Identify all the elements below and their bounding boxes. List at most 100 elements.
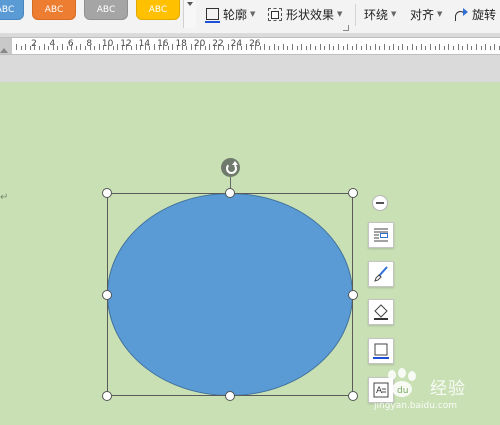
ruler-tick: [20, 46, 22, 50]
ruler-tick: [485, 44, 487, 50]
ruler-tick: [135, 44, 137, 50]
resize-handle-top[interactable]: [225, 188, 235, 198]
brush-icon: [374, 266, 388, 282]
ruler-tick: [361, 46, 362, 50]
ruler-tick: [163, 44, 165, 50]
shape-effects-button[interactable]: 形状效果 ▼: [268, 5, 342, 23]
ruler-tick: [407, 46, 408, 50]
horizontal-ruler[interactable]: 2468101214161820222426: [0, 37, 500, 55]
ruler-tick: [80, 44, 82, 50]
ruler-tick: [48, 46, 50, 50]
shape-style-yellow[interactable]: ABC: [136, 0, 180, 20]
ruler-tick: [181, 44, 183, 50]
rotate-button[interactable]: 旋转: [454, 5, 496, 23]
resize-handle-left[interactable]: [102, 290, 112, 300]
resize-handle-bottom-left[interactable]: [102, 391, 112, 401]
ruler-tick: [430, 44, 431, 50]
resize-handle-top-right[interactable]: [348, 188, 358, 198]
ruler-tick: [103, 46, 105, 50]
align-label: 对齐: [410, 7, 435, 22]
shape-style-gray[interactable]: ABC: [84, 0, 128, 20]
ruler-tick: [453, 46, 454, 50]
paragraph-mark: ↵: [0, 192, 9, 203]
ruler-tick: [287, 46, 289, 50]
paint-bucket-icon: [374, 304, 388, 320]
ruler-tick: [149, 46, 151, 50]
shape-style-orange[interactable]: ABC: [32, 0, 76, 20]
dropdown-caret-icon: ▼: [337, 10, 343, 18]
ruler-tick: [250, 46, 252, 50]
ruler-tick: [98, 44, 100, 50]
ruler-tick: [416, 46, 418, 50]
ruler-tick: [356, 44, 358, 50]
resize-handle-top-left[interactable]: [102, 188, 112, 198]
ruler-tick: [121, 46, 123, 50]
layout-options-button[interactable]: [368, 222, 394, 248]
ruler-tick: [126, 44, 128, 50]
ruler-tick: [338, 44, 339, 50]
ruler-tick: [57, 46, 59, 50]
outline-button[interactable]: 轮廓 ▼: [205, 5, 256, 23]
ruler-tick: [365, 44, 367, 50]
rotate-label: 旋转: [472, 7, 497, 22]
resize-handle-right[interactable]: [348, 290, 358, 300]
ruler-tick: [52, 44, 54, 50]
ruler-tick: [186, 46, 188, 50]
collapse-tools-button[interactable]: [372, 195, 388, 211]
shape-effects-label: 形状效果: [286, 7, 335, 22]
ruler-tick: [195, 46, 197, 50]
shape-style-tool-button[interactable]: [368, 261, 394, 287]
ruler-tick: [62, 44, 63, 50]
ruler-tick: [466, 44, 468, 50]
ruler-tick: [29, 46, 31, 50]
ruler-tick: [457, 44, 459, 50]
ribbon-toolbar: ABC ABC ABC ABC 轮廓 ▼ 形状效果 ▼ 环绕 ▼ 对齐 ▼ 旋转: [0, 0, 500, 34]
ruler-tick: [43, 44, 45, 50]
shape-style-blue[interactable]: ABC: [0, 0, 24, 20]
dialog-launcher-icon[interactable]: [343, 25, 349, 31]
outline-label: 轮廓: [223, 7, 248, 22]
ruler-tick: [305, 46, 307, 50]
ruler-tick: [269, 46, 270, 50]
ruler-tick: [112, 46, 114, 50]
ruler-tick: [370, 46, 372, 50]
ruler-tick: [425, 46, 427, 50]
text-wrap-icon: [374, 228, 388, 242]
ruler-tick: [462, 46, 464, 50]
ruler-tick: [282, 44, 284, 50]
ruler-tick: [310, 44, 312, 50]
ruler-tick: [117, 44, 119, 50]
resize-handle-bottom[interactable]: [225, 391, 235, 401]
svg-text:du: du: [397, 386, 408, 396]
outline-icon: [205, 8, 220, 23]
ruler-tick: [34, 44, 36, 50]
ruler-tick: [301, 44, 303, 50]
ruler-tick: [480, 46, 482, 50]
ruler-tick: [25, 44, 27, 50]
style-gallery-more-button[interactable]: [183, 0, 196, 28]
ruler-tick: [333, 46, 335, 50]
ruler-tick: [379, 46, 381, 50]
dropdown-caret-icon: ▼: [437, 10, 443, 18]
ruler-tick: [420, 44, 422, 50]
ruler-tick: [324, 46, 326, 50]
ruler-tick: [259, 46, 261, 50]
ruler-tick: [471, 46, 473, 50]
ruler-tick: [85, 46, 86, 50]
rotate-handle-icon[interactable]: [221, 158, 240, 177]
ruler-tick: [448, 44, 450, 50]
ruler-tick: [190, 44, 192, 50]
indent-marker-icon[interactable]: [0, 48, 8, 53]
ruler-tick: [75, 46, 77, 50]
fill-tool-button[interactable]: [368, 299, 394, 325]
align-button[interactable]: 对齐 ▼: [410, 5, 442, 23]
dropdown-caret-icon: ▼: [250, 10, 256, 18]
wrap-button[interactable]: 环绕 ▼: [364, 5, 396, 23]
resize-handle-bottom-right[interactable]: [348, 391, 358, 401]
ruler-tick: [397, 46, 399, 50]
ruler-tick: [140, 46, 142, 50]
ruler-tick: [241, 46, 243, 50]
ruler-tick: [66, 46, 68, 50]
ruler-tick: [296, 46, 298, 50]
outline-tool-button[interactable]: [368, 338, 394, 364]
